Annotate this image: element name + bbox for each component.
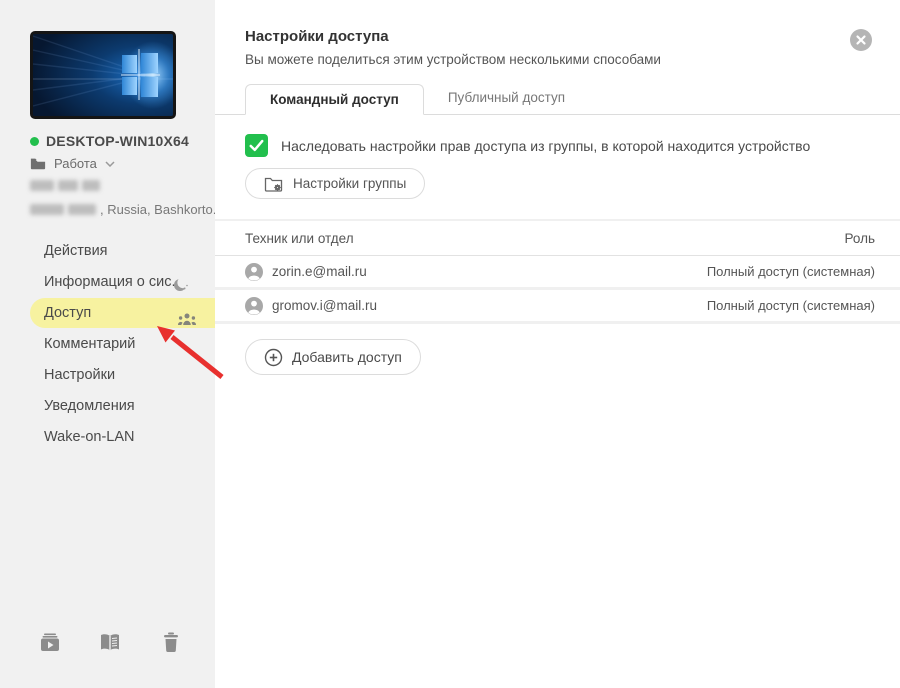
sidebar-item-actions[interactable]: Действия xyxy=(30,236,215,266)
chevron-down-icon xyxy=(105,160,115,167)
close-icon[interactable] xyxy=(850,29,872,51)
access-table-header: Техник или отдел Роль xyxy=(215,219,900,256)
sidebar: DESKTOP-WIN10X64 Работа , Russia, Bashko… xyxy=(0,0,224,688)
tab-public-access[interactable]: Публичный доступ xyxy=(424,83,589,114)
page-subtitle: Вы можете поделиться этим устройством не… xyxy=(245,52,661,67)
blurred-city-text xyxy=(68,204,96,215)
user-email: zorin.e@mail.ru xyxy=(272,264,367,279)
access-settings-panel: Настройки доступа Вы можете поделиться э… xyxy=(215,0,900,688)
plus-circle-icon xyxy=(264,348,283,366)
sidebar-item-label: Уведомления xyxy=(44,398,135,414)
sidebar-item-label: Информация о сис... xyxy=(44,274,184,290)
blurred-city-text xyxy=(30,204,64,215)
device-name: DESKTOP-WIN10X64 xyxy=(46,133,189,149)
device-group-selector[interactable]: Работа xyxy=(30,156,115,171)
device-screenshot-thumbnail[interactable] xyxy=(30,31,176,119)
group-settings-button[interactable]: Настройки группы xyxy=(245,168,426,199)
user-role: Полный доступ (системная) xyxy=(706,298,875,313)
sidebar-item-wake-on-lan[interactable]: Wake-on-LAN xyxy=(30,422,215,452)
blurred-ip-text xyxy=(30,180,100,191)
user-role: Полный доступ (системная) xyxy=(706,264,875,279)
column-user: Техник или отдел xyxy=(245,230,354,246)
sidebar-item-comment[interactable]: Комментарий xyxy=(30,329,215,359)
device-header: DESKTOP-WIN10X64 xyxy=(30,133,189,149)
inherit-permissions-label: Наследовать настройки прав доступа из гр… xyxy=(281,137,811,154)
add-access-button[interactable]: Добавить доступ xyxy=(245,339,421,375)
inherit-permissions-checkbox[interactable] xyxy=(245,134,268,157)
sidebar-footer xyxy=(0,630,215,654)
sidebar-item-label: Доступ xyxy=(44,305,92,321)
sidebar-item-label: Комментарий xyxy=(44,336,136,352)
sidebar-item-access[interactable]: Доступ xyxy=(30,298,215,328)
sidebar-menu: Действия Информация о сис... Доступ Комм… xyxy=(0,236,215,453)
sidebar-item-label: Действия xyxy=(44,243,108,259)
table-row[interactable]: gromov.i@mail.ru Полный доступ (системна… xyxy=(215,290,900,324)
column-role: Роль xyxy=(844,230,875,246)
sidebar-item-system-info[interactable]: Информация о сис... xyxy=(30,267,215,297)
check-icon xyxy=(249,139,264,152)
folder-gear-icon xyxy=(264,177,283,192)
device-location-line: , Russia, Bashkorto... xyxy=(30,202,224,217)
device-group-label: Работа xyxy=(54,156,97,171)
add-access-label: Добавить доступ xyxy=(292,349,402,365)
access-table: Техник или отдел Роль zorin.e@mail.ru По… xyxy=(215,219,900,324)
delete-icon[interactable] xyxy=(160,630,182,659)
online-status-dot xyxy=(30,136,39,146)
page-title: Настройки доступа xyxy=(245,28,389,45)
group-settings-label: Настройки группы xyxy=(293,176,407,191)
sidebar-item-settings[interactable]: Настройки xyxy=(30,360,215,390)
avatar xyxy=(245,296,263,315)
sidebar-item-notifications[interactable]: Уведомления xyxy=(30,391,215,421)
windows10-wallpaper xyxy=(33,34,173,116)
tab-team-access[interactable]: Командный доступ xyxy=(245,84,424,115)
recordings-icon[interactable] xyxy=(38,630,62,659)
table-row[interactable]: zorin.e@mail.ru Полный доступ (системная… xyxy=(215,256,900,290)
device-location-text: , Russia, Bashkorto... xyxy=(100,202,224,217)
sidebar-item-label: Wake-on-LAN xyxy=(44,429,135,445)
sidebar-item-label: Настройки xyxy=(44,367,116,383)
journal-icon[interactable] xyxy=(98,630,122,659)
avatar xyxy=(245,262,263,281)
folder-icon xyxy=(30,158,46,170)
access-tabs: Командный доступ Публичный доступ xyxy=(215,84,900,115)
inherit-permissions-row: Наследовать настройки прав доступа из гр… xyxy=(245,134,875,157)
user-email: gromov.i@mail.ru xyxy=(272,298,377,313)
